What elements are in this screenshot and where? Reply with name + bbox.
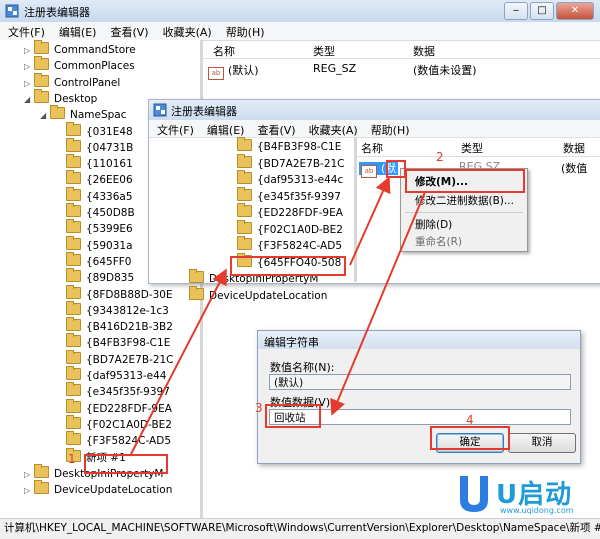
annotation-number-4: 4	[466, 413, 474, 427]
highlight-data-field	[265, 404, 321, 428]
highlight-modify	[405, 169, 525, 193]
highlight-folder	[230, 256, 346, 276]
annotation-number-3: 3	[255, 401, 263, 415]
arrow-2	[349, 176, 391, 266]
highlight-default-value	[386, 160, 406, 178]
highlight-new-key	[84, 454, 168, 474]
watermark-logo: U启动 www.uqidong.com	[454, 472, 600, 518]
highlight-ok	[430, 426, 510, 450]
watermark-url: www.uqidong.com	[500, 506, 574, 515]
arrow-1	[129, 268, 227, 457]
annotation-number-1: 1	[68, 452, 76, 466]
annotation-number-2: 2	[436, 150, 444, 164]
arrow-3	[330, 191, 426, 416]
